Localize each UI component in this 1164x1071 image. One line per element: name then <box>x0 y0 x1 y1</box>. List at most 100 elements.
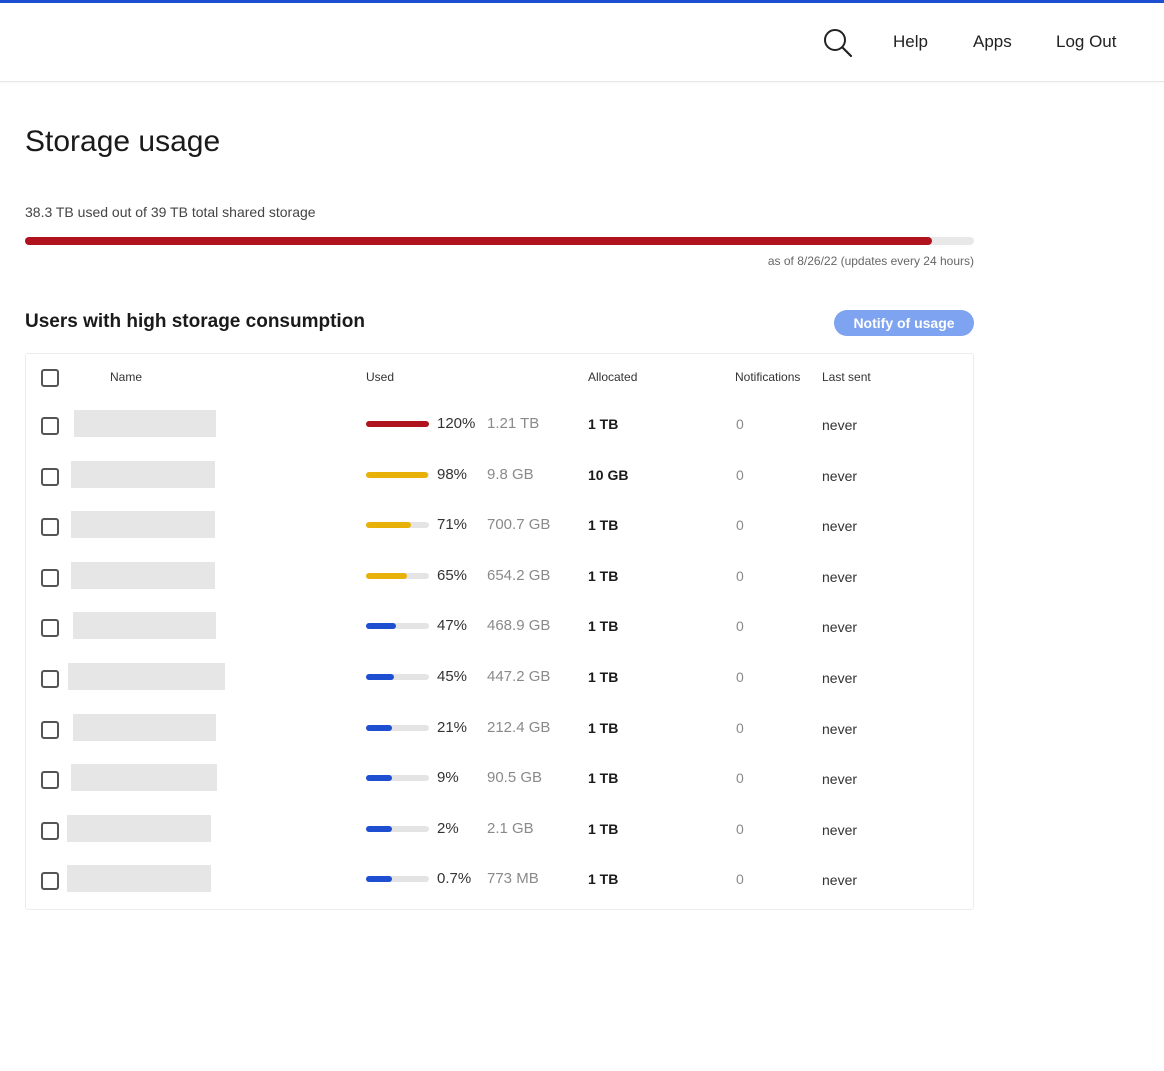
notifications-count: 0 <box>736 669 744 685</box>
usage-bar <box>366 775 429 782</box>
notifications-count: 0 <box>736 770 744 787</box>
column-header-used[interactable]: Used <box>366 370 394 384</box>
user-name-placeholder <box>67 865 211 893</box>
usage-percent: 2% <box>437 819 459 837</box>
row-checkbox[interactable] <box>41 467 59 486</box>
usage-bar-fill <box>366 623 396 630</box>
used-amount: 90.5 GB <box>487 769 543 787</box>
usage-bar <box>366 825 429 832</box>
column-header-name[interactable]: Name <box>110 370 142 384</box>
column-header-notifications[interactable]: Notifications <box>735 370 800 384</box>
notifications-count: 0 <box>736 517 744 534</box>
log-out-link[interactable]: Log Out <box>1056 32 1117 52</box>
user-name-placeholder <box>71 764 217 792</box>
usage-percent: 21% <box>437 718 468 736</box>
last-sent: never <box>822 720 858 737</box>
used-amount: 212.4 GB <box>487 718 551 736</box>
allocated-amount: 1 TB <box>588 567 619 584</box>
usage-bar <box>366 623 429 630</box>
used-amount: 654.2 GB <box>487 566 551 584</box>
usage-bar <box>366 724 429 731</box>
used-amount: 2.1 GB <box>487 819 534 837</box>
usage-bar-fill <box>366 471 428 478</box>
usage-percent: 45% <box>437 668 468 685</box>
allocated-amount: 1 TB <box>588 719 619 736</box>
usage-bar-fill <box>366 825 392 832</box>
column-header-last-sent[interactable]: Last sent <box>822 370 871 384</box>
user-name-placeholder <box>74 410 216 437</box>
user-name-placeholder <box>71 511 215 539</box>
column-header-allocated[interactable]: Allocated <box>588 370 637 384</box>
last-sent: never <box>822 872 858 889</box>
usage-percent: 120% <box>437 415 476 432</box>
usage-percent: 0.7% <box>437 870 472 888</box>
row-checkbox[interactable] <box>41 417 59 435</box>
usage-percent: 98% <box>437 465 468 483</box>
last-sent: never <box>822 771 858 788</box>
usage-bar <box>366 471 429 478</box>
last-sent: never <box>822 467 858 484</box>
allocated-amount: 1 TB <box>588 517 619 534</box>
last-sent: never <box>822 619 858 636</box>
row-checkbox[interactable] <box>41 771 59 790</box>
used-amount: 773 MB <box>487 870 539 888</box>
notifications-count: 0 <box>736 719 744 736</box>
help-link[interactable]: Help <box>893 32 928 52</box>
usage-bar <box>366 674 429 680</box>
usage-bar-fill <box>366 775 392 782</box>
total-storage-bar <box>25 237 974 245</box>
user-name-placeholder <box>68 663 225 690</box>
usage-bar <box>366 421 429 427</box>
user-name-placeholder <box>73 612 216 640</box>
used-amount: 9.8 GB <box>487 465 534 483</box>
used-amount: 468.9 GB <box>487 617 551 635</box>
notifications-count: 0 <box>736 567 744 584</box>
usage-percent: 9% <box>437 769 459 787</box>
row-checkbox[interactable] <box>41 670 59 688</box>
usage-bar <box>366 876 429 883</box>
search-icon <box>824 29 853 58</box>
row-checkbox[interactable] <box>41 720 59 739</box>
notify-of-usage-button[interactable]: Notify of usage <box>834 310 974 336</box>
usage-bar-fill <box>366 724 392 731</box>
notifications-count: 0 <box>736 416 744 432</box>
apps-link[interactable]: Apps <box>973 32 1012 52</box>
usage-bar-fill <box>366 572 407 579</box>
top-header: Help Apps Log Out <box>0 3 1164 82</box>
used-amount: 700.7 GB <box>487 516 551 534</box>
usage-bar <box>366 522 429 529</box>
usage-bar-fill <box>366 421 429 427</box>
usage-bar <box>366 572 429 579</box>
allocated-amount: 1 TB <box>588 820 619 837</box>
usage-percent: 65% <box>437 566 468 584</box>
user-name-placeholder <box>67 814 211 842</box>
allocated-amount: 1 TB <box>588 416 619 432</box>
user-name-placeholder <box>71 460 215 488</box>
used-amount: 1.21 TB <box>487 415 540 432</box>
usage-bar-fill <box>366 674 395 680</box>
used-amount: 447.2 GB <box>487 668 551 685</box>
row-checkbox[interactable] <box>41 568 59 587</box>
allocated-amount: 1 TB <box>588 871 619 888</box>
row-checkbox[interactable] <box>41 619 59 638</box>
last-sent: never <box>822 821 858 838</box>
last-sent: never <box>822 670 858 686</box>
row-checkbox[interactable] <box>41 518 59 537</box>
allocated-amount: 1 TB <box>588 669 619 685</box>
usage-percent: 47% <box>437 617 468 635</box>
allocated-amount: 10 GB <box>588 466 629 483</box>
page-title: Storage usage <box>25 125 221 158</box>
notifications-count: 0 <box>736 618 744 635</box>
storage-summary: 38.3 TB used out of 39 TB total shared s… <box>25 204 316 220</box>
notifications-count: 0 <box>736 871 744 888</box>
row-checkbox[interactable] <box>41 872 59 891</box>
search-button[interactable] <box>820 25 856 61</box>
row-checkbox[interactable] <box>41 821 59 840</box>
usage-bar-fill <box>366 876 392 883</box>
section-title: Users with high storage consumption <box>25 311 365 332</box>
usage-bar-fill <box>366 522 411 529</box>
select-all-checkbox[interactable] <box>41 369 59 387</box>
usage-percent: 71% <box>437 516 468 534</box>
last-sent: never <box>822 417 858 433</box>
user-name-placeholder <box>71 561 215 589</box>
